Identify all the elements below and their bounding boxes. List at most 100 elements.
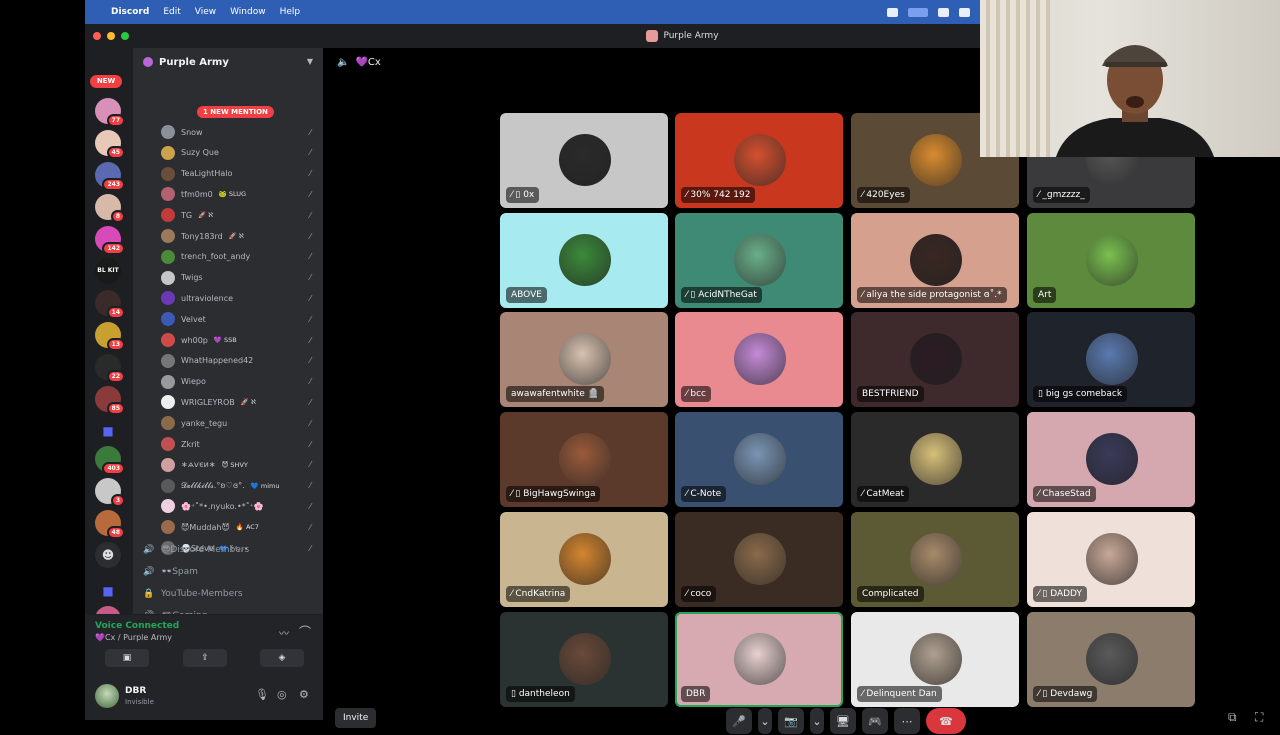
server-icon[interactable]: ☻ (95, 542, 121, 568)
server-icon[interactable]: 14 (95, 290, 125, 319)
menu-app-name[interactable]: Discord (111, 7, 149, 17)
avatar[interactable] (95, 684, 119, 708)
tray-icon-active[interactable] (908, 7, 928, 17)
voice-user-item[interactable]: ultraviolence ⁄ (161, 288, 321, 308)
mic-icon[interactable]: 🎙 (255, 688, 269, 701)
voice-user-item[interactable]: ∗ѧѵєи∗ 😈 SHVY ⁄ (161, 455, 321, 475)
participant-tile[interactable]: Art (1027, 212, 1195, 308)
participant-tile[interactable]: BESTFRIEND (851, 312, 1019, 408)
user-name[interactable]: DBR (125, 686, 146, 696)
leave-call-button[interactable]: ☎ (926, 708, 966, 734)
voice-user-item[interactable]: Zkrit ⁄ (161, 434, 321, 454)
new-mention-pill[interactable]: 1 NEW MENTION (197, 106, 274, 118)
more-options-button[interactable]: ⋯ (894, 708, 920, 734)
voice-status[interactable]: Voice Connected (95, 621, 179, 631)
server-icon[interactable]: 48 (95, 510, 125, 539)
voice-user-item[interactable]: wh00p 💜 SSB ⁄ (161, 330, 321, 350)
mic-toggle-button[interactable]: 🎤 (726, 708, 752, 734)
popout-icon[interactable]: ⧉ (1228, 710, 1237, 725)
screen-share-button[interactable]: 🖥 (830, 708, 856, 734)
camera-options-chevron-icon[interactable]: ⌄ (810, 708, 824, 734)
server-icon[interactable]: 142 (95, 226, 125, 255)
participant-tile[interactable]: ⁄ ▯ BigHawgSwinga (500, 412, 668, 508)
voice-user-item[interactable]: WhatHappened42 ⁄ (161, 351, 321, 371)
new-badge[interactable]: NEW (90, 75, 122, 88)
minimize-window-button[interactable] (107, 32, 115, 40)
participant-tile[interactable]: ⁄ coco (675, 511, 843, 607)
participant-tile[interactable]: ⁄ 30% 742 192 (675, 113, 843, 208)
voice-user-item[interactable]: TeaLightHalo ⁄ (161, 164, 321, 184)
headphones-icon[interactable]: ◎ (277, 688, 287, 701)
menu-edit[interactable]: Edit (163, 7, 180, 17)
disconnect-icon[interactable]: ⌒ (299, 623, 311, 640)
server-header[interactable]: Purple Army ▼ (133, 48, 323, 76)
participant-tile[interactable]: ⁄ Delinquent Dan (851, 611, 1019, 707)
voice-user-item[interactable]: trench_foot_andy ⁄ (161, 247, 321, 267)
voice-user-item[interactable]: TG 🚀 ℵ ⁄ (161, 205, 321, 225)
voice-user-item[interactable]: yanke_tegu ⁄ (161, 413, 321, 433)
participant-tile[interactable]: ⁄ CndKatrina (500, 511, 668, 607)
voice-user-item[interactable]: tfm0m0 🐸 SLUG ⁄ (161, 184, 321, 204)
menu-help[interactable]: Help (280, 7, 301, 17)
server-icon[interactable]: 13 (95, 322, 125, 351)
server-icon[interactable]: 3 (95, 478, 125, 507)
participant-tile[interactable]: ⁄ ▯ DADDY (1027, 511, 1195, 607)
participant-tile[interactable]: Complicated (851, 511, 1019, 607)
invite-button[interactable]: Invite (335, 708, 377, 728)
voice-user-item[interactable]: WRIGLEYROB 🚀 ℵ ⁄ (161, 392, 321, 412)
voice-user-item[interactable]: Tony183rd 🚀 ℵ ⁄ (161, 226, 321, 246)
voice-user-item[interactable]: Velvet ⁄ (161, 309, 321, 329)
voice-user-item[interactable]: Suzy Que ⁄ (161, 143, 321, 163)
gear-icon[interactable]: ⚙ (299, 688, 309, 701)
camera-toggle-button[interactable]: 📷 (778, 708, 804, 734)
server-icon[interactable]: 243 (95, 162, 125, 191)
participant-tile[interactable]: ⁄ ▯ 0x (500, 113, 668, 208)
camera-button[interactable]: ▣ (105, 649, 149, 667)
participant-tile[interactable]: ⁄ ▯ Devdawg (1027, 611, 1195, 707)
participant-tile[interactable]: ⁄ ChaseStad (1027, 412, 1195, 508)
participant-tile[interactable]: DBR (675, 611, 843, 707)
participant-tile[interactable]: ⁄ bcc (675, 312, 843, 408)
server-icon[interactable]: 8 (95, 194, 125, 223)
mic-options-chevron-icon[interactable]: ⌄ (758, 708, 772, 734)
participant-tile[interactable]: ▯ big gs comeback (1027, 312, 1195, 408)
participant-tile[interactable]: ABOVE (500, 212, 668, 308)
folder-icon[interactable]: ■ (95, 418, 121, 444)
voice-user-item[interactable]: 😈Muddah😈 🔥 AC7 ⁄ (161, 517, 321, 537)
activity-button[interactable]: ◈ (260, 649, 304, 667)
voice-channel-path[interactable]: 💜Cx / Purple Army (95, 633, 172, 642)
chevron-down-icon[interactable]: ▼ (307, 57, 313, 66)
fullscreen-icon[interactable]: ⛶ (1255, 710, 1263, 725)
server-icon[interactable]: 22 (95, 354, 125, 383)
voice-user-item[interactable]: Twigs ⁄ (161, 268, 321, 288)
menu-window[interactable]: Window (230, 7, 266, 17)
channel-item[interactable]: 🔊 😎Discord-Members (143, 540, 313, 560)
participant-tile[interactable]: ▯ dantheleon (500, 611, 668, 707)
server-icon[interactable]: BL KIT (95, 258, 121, 284)
menu-view[interactable]: View (195, 7, 216, 17)
participant-tile[interactable]: ⁄ ▯ AcidNTheGat (675, 212, 843, 308)
folder-icon[interactable]: ■ (95, 578, 121, 604)
participant-tile[interactable]: ⁄ aliya the side protagonist ɞ˚.* (851, 212, 1019, 308)
voice-user-item[interactable]: Snow ⁄ (161, 122, 321, 142)
channel-item[interactable]: 🔊 👓Spam (143, 562, 313, 582)
tray-icon[interactable] (938, 7, 949, 17)
server-icon[interactable]: 403 (95, 446, 125, 475)
voice-user-item[interactable]: 𝓓𝓮𝓵𝓵𝓴𝓲𝓵𝓵𝓼.°ʚ♡ɞ°. 💙 mimu ⁄ (161, 476, 321, 496)
channel-item[interactable]: 🔒 YouTube-Members (143, 584, 313, 604)
participant-tile[interactable]: awawafentwhite 🪦 (500, 312, 668, 408)
server-icon[interactable]: 77 (95, 98, 125, 127)
participant-tile[interactable]: ⁄ C-Note (675, 412, 843, 508)
close-window-button[interactable] (93, 32, 101, 40)
participant-tile[interactable]: ⁄ CatMeat (851, 412, 1019, 508)
voice-user-item[interactable]: Wiepo ⁄ (161, 372, 321, 392)
server-icon[interactable]: 45 (95, 130, 125, 159)
server-icon[interactable]: 85 (95, 386, 125, 415)
screen-share-button[interactable]: ⇪ (183, 649, 227, 667)
zoom-window-button[interactable] (121, 32, 129, 40)
activity-button[interactable]: 🎮 (862, 708, 888, 734)
voice-user-item[interactable]: 🌸⁺˚*•.nyuko.•*˚⁺🌸 ⁄ (161, 496, 321, 516)
tray-icon[interactable] (959, 7, 970, 17)
tray-icon[interactable] (887, 7, 898, 17)
noise-suppression-icon[interactable]: 〰 (279, 625, 289, 640)
